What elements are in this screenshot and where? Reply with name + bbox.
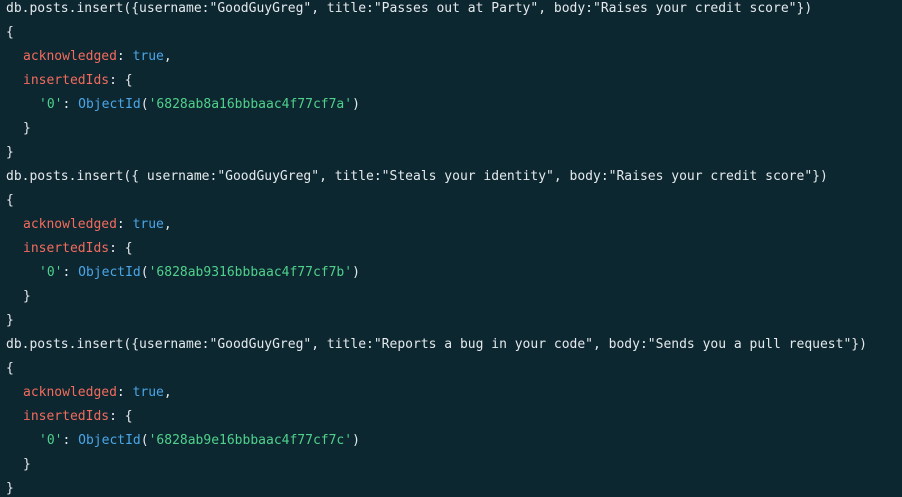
- result-acknowledged: acknowledged: true,: [6, 45, 902, 69]
- paren-open: (: [140, 265, 149, 280]
- result-inserted-ids: insertedIds: {: [6, 405, 902, 429]
- key-acknowledged: acknowledged: [23, 385, 117, 400]
- shell-console[interactable]: db.posts.insert({username:"GoodGuyGreg",…: [0, 0, 902, 497]
- result-acknowledged: acknowledged: true,: [6, 381, 902, 405]
- separator: :: [116, 385, 133, 400]
- result-open-brace: {: [6, 193, 14, 208]
- comma: ,: [163, 217, 172, 232]
- value-true: true: [132, 385, 164, 400]
- separator: :: [62, 97, 79, 112]
- separator: :: [62, 265, 79, 280]
- inserted-ids-open: : {: [109, 409, 133, 424]
- result-close-brace: }: [6, 481, 14, 496]
- object-id-function: ObjectId: [78, 265, 141, 280]
- result-object-id: '0': ObjectId('6828ab9e16bbbaac4f77cf7c'…: [6, 429, 902, 453]
- result-inserted-ids: insertedIds: {: [6, 69, 902, 93]
- paren-close: ): [352, 433, 360, 448]
- object-id-value: '6828ab9e16bbbaac4f77cf7c': [148, 433, 353, 448]
- paren-close: ): [352, 265, 360, 280]
- paren-close: ): [352, 97, 360, 112]
- comma: ,: [163, 385, 172, 400]
- value-true: true: [132, 49, 164, 64]
- paren-open: (: [140, 97, 149, 112]
- key-inserted-ids: insertedIds: [23, 409, 110, 424]
- key-inserted-ids: insertedIds: [23, 241, 110, 256]
- inserted-ids-open: : {: [109, 73, 133, 88]
- id-index: '0': [39, 265, 63, 280]
- result-inserted-ids: insertedIds: {: [6, 237, 902, 261]
- result-open-brace: {: [6, 25, 14, 40]
- object-id-function: ObjectId: [78, 433, 141, 448]
- key-acknowledged: acknowledged: [23, 49, 117, 64]
- result-close-brace: }: [6, 313, 14, 328]
- inserted-ids-close: }: [23, 289, 31, 304]
- comma: ,: [163, 49, 172, 64]
- paren-open: (: [140, 433, 149, 448]
- result-open-brace: {: [6, 361, 14, 376]
- value-true: true: [132, 217, 164, 232]
- inserted-ids-open: : {: [109, 241, 133, 256]
- result-object-id: '0': ObjectId('6828ab8a16bbbaac4f77cf7a'…: [6, 93, 902, 117]
- id-index: '0': [39, 433, 63, 448]
- result-acknowledged: acknowledged: true,: [6, 213, 902, 237]
- object-id-value: '6828ab9316bbbaac4f77cf7b': [148, 265, 353, 280]
- inserted-ids-close: }: [23, 121, 31, 136]
- command-line: db.posts.insert({ username:"GoodGuyGreg"…: [6, 169, 828, 184]
- id-index: '0': [39, 97, 63, 112]
- separator: :: [116, 217, 133, 232]
- command-line: db.posts.insert({username:"GoodGuyGreg",…: [6, 1, 813, 16]
- object-id-function: ObjectId: [78, 97, 141, 112]
- result-close-brace: }: [6, 145, 14, 160]
- separator: :: [116, 49, 133, 64]
- command-line: db.posts.insert({username:"GoodGuyGreg",…: [6, 337, 867, 352]
- key-inserted-ids: insertedIds: [23, 73, 110, 88]
- inserted-ids-close: }: [23, 457, 31, 472]
- separator: :: [62, 433, 79, 448]
- result-object-id: '0': ObjectId('6828ab9316bbbaac4f77cf7b'…: [6, 261, 902, 285]
- object-id-value: '6828ab8a16bbbaac4f77cf7a': [148, 97, 353, 112]
- key-acknowledged: acknowledged: [23, 217, 117, 232]
